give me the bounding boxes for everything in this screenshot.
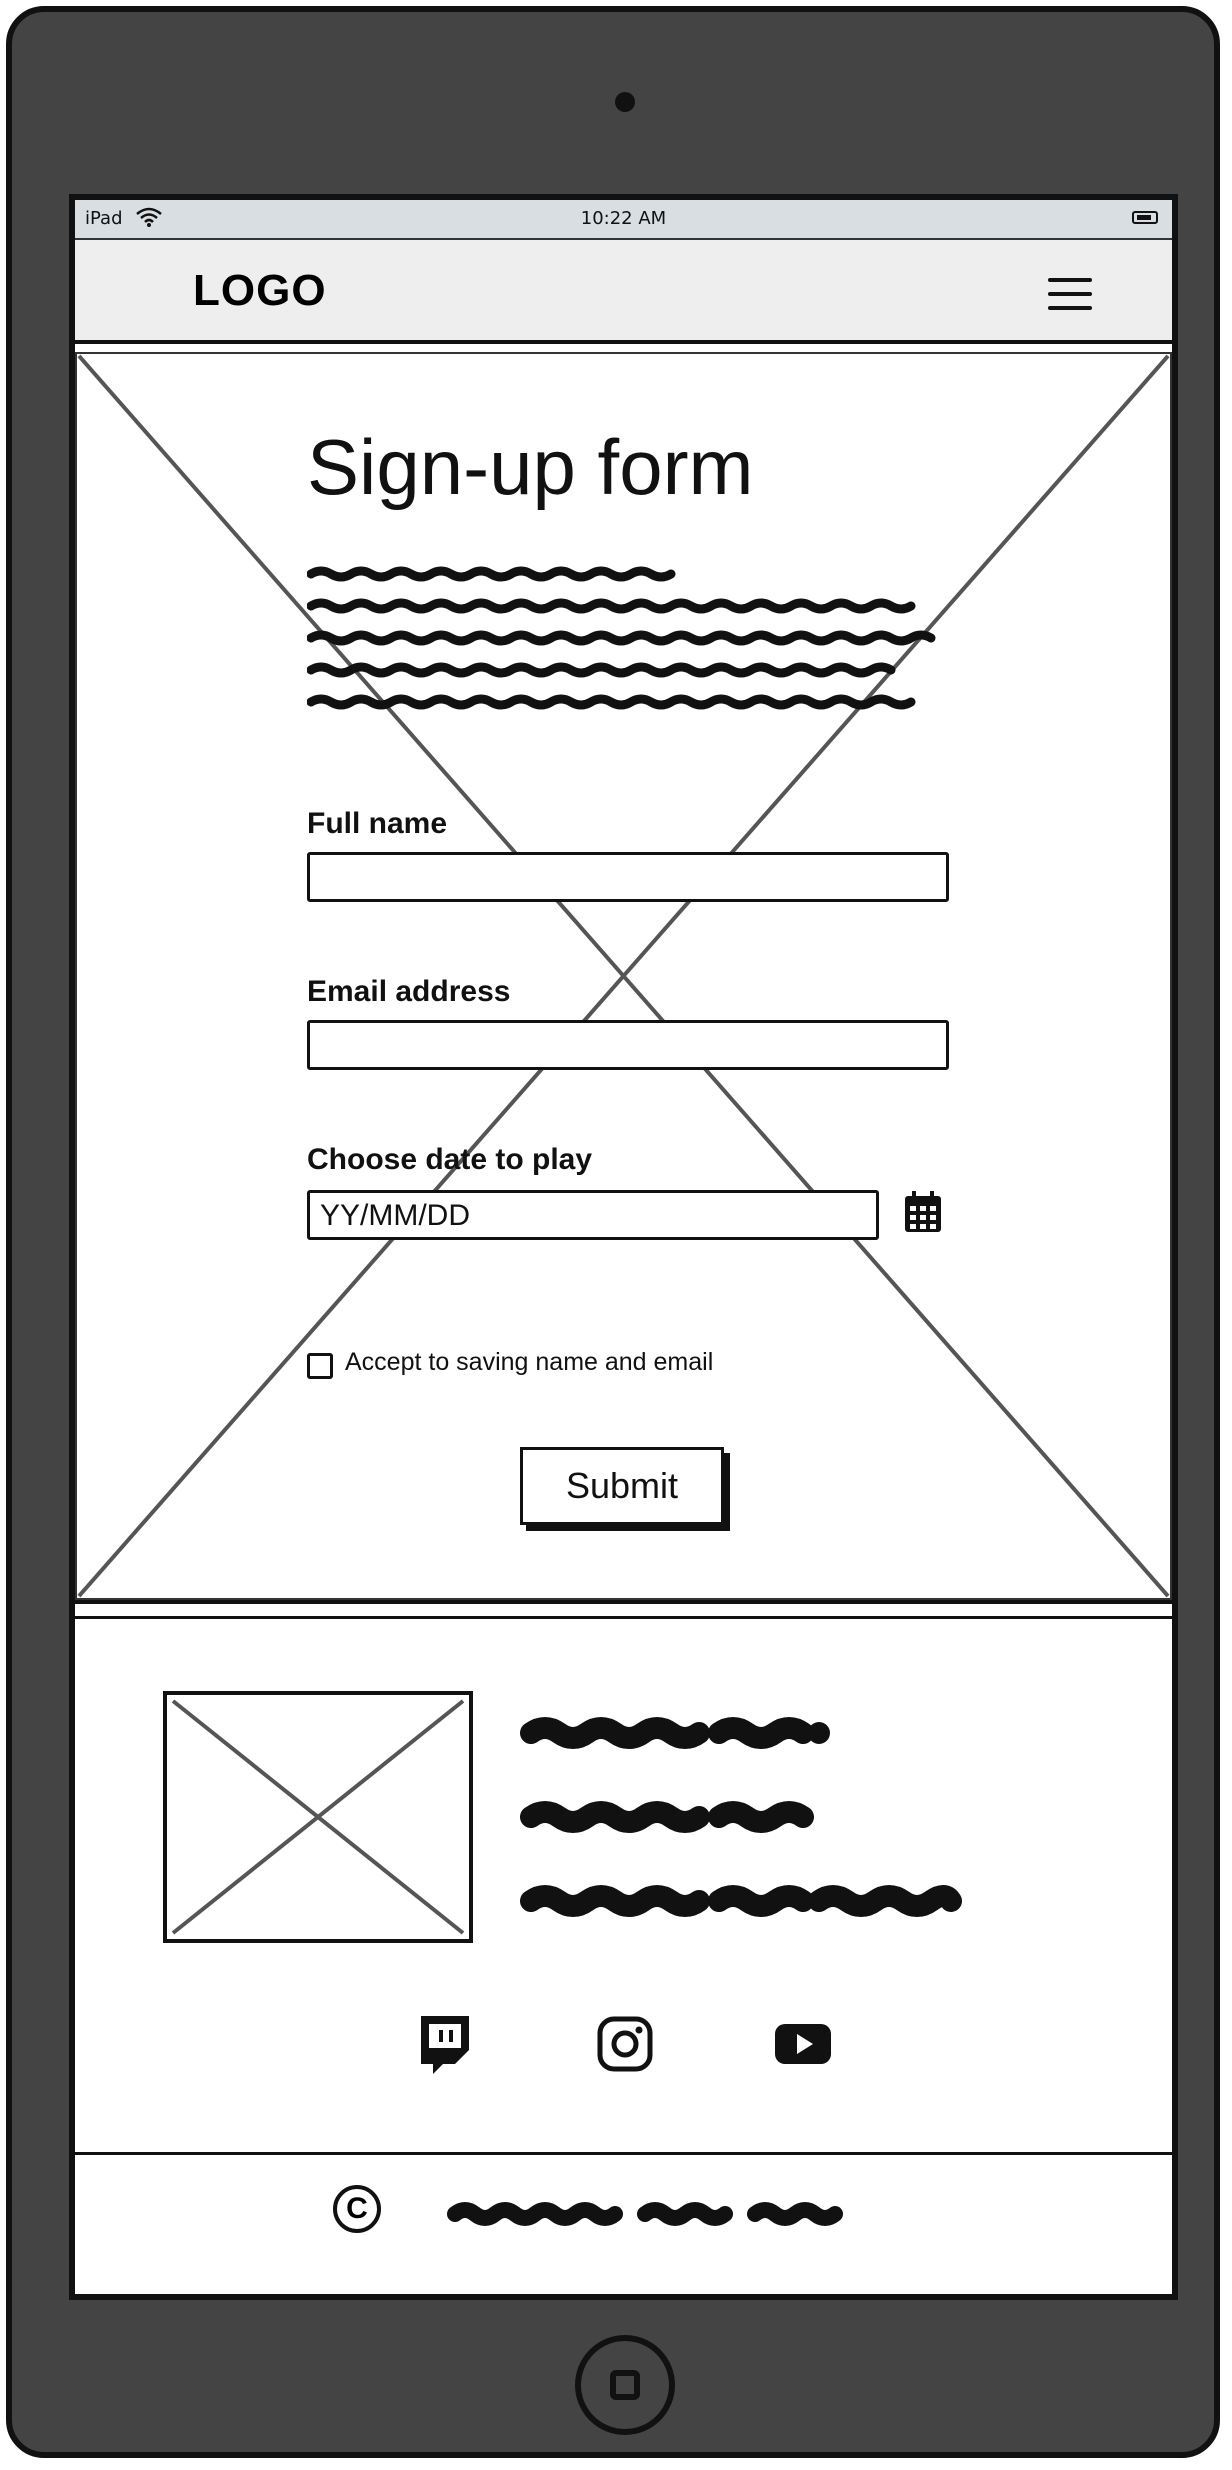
date-label: Choose date to play [307,1143,593,1176]
footer [75,1616,1172,2152]
battery-icon [1132,211,1158,224]
logo[interactable]: LOGO [193,266,327,316]
header-navbar: LOGO [75,240,1172,344]
submit-button[interactable]: Submit [520,1447,724,1525]
screen: iPad 10:22 AM LOGO Sign-up form Full nam… [69,194,1178,2300]
form-section: Sign-up form Full name Email address Cho… [75,352,1172,1604]
camera-dot [615,92,635,112]
hamburger-menu-icon[interactable] [1048,276,1092,312]
full-name-label: Full name [307,807,448,840]
youtube-icon[interactable] [773,2014,833,2074]
footer-image-placeholder [163,1691,473,1943]
calendar-icon[interactable] [903,1190,943,1234]
instagram-icon[interactable] [595,2014,655,2074]
email-input[interactable] [307,1020,949,1070]
consent-label: Accept to saving name and email [345,1348,714,1376]
page-title: Sign-up form [307,423,754,511]
intro-text-placeholder [307,566,936,710]
home-button-square [610,2370,640,2400]
copyright-icon: C [333,2185,381,2233]
clock: 10:22 AM [580,208,667,229]
tablet-frame: iPad 10:22 AM LOGO Sign-up form Full nam… [6,6,1220,2458]
copyright-bar: C [75,2152,1172,2294]
email-label: Email address [307,975,511,1008]
twitch-icon[interactable] [415,2014,475,2074]
consent-checkbox[interactable] [307,1353,333,1379]
date-input[interactable]: YY/MM/DD [307,1190,879,1240]
full-name-input[interactable] [307,852,949,902]
signup-form: Sign-up form Full name Email address Cho… [307,352,1007,1600]
copyright-text-placeholder [447,2202,843,2226]
home-button[interactable] [575,2335,675,2435]
footer-text-placeholder [520,1717,962,1917]
status-bar: iPad 10:22 AM [75,200,1172,240]
